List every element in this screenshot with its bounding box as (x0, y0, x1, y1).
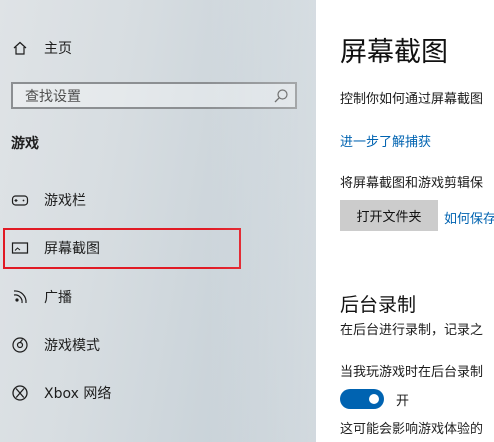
how-to-link[interactable]: 如何保存 (444, 208, 494, 227)
search-icon[interactable] (273, 88, 289, 104)
learn-more-link[interactable]: 进一步了解捕获 (340, 131, 431, 150)
game-mode-icon (10, 335, 30, 355)
sidebar-item-home[interactable]: 主页 (0, 38, 72, 58)
page-title: 屏幕截图 (340, 37, 448, 68)
game-bar-icon (10, 190, 30, 210)
background-recording-title: 后台录制 (340, 294, 417, 316)
sidebar-item-game-bar[interactable]: 游戏栏 (0, 190, 86, 210)
toggle-knob (369, 394, 379, 404)
main-content: 屏幕截图 控制你如何通过屏幕截图 进一步了解捕获 将屏幕截图和游戏剪辑保 打开文… (316, 0, 494, 442)
sidebar-item-label: 游戏栏 (44, 193, 86, 209)
sidebar-item-game-mode[interactable]: 游戏模式 (0, 335, 100, 355)
sidebar-item-label: Xbox 网络 (44, 386, 112, 402)
broadcast-icon (10, 287, 30, 307)
background-recording-description: 在后台进行录制，记录之 (340, 323, 484, 338)
search-field[interactable] (11, 82, 297, 109)
toggle-state-label: 开 (396, 394, 410, 409)
sidebar-item-broadcasting[interactable]: 广播 (0, 287, 72, 307)
save-location-text: 将屏幕截图和游戏剪辑保 (340, 176, 484, 191)
performance-note: 这可能会影响游戏体验的 (340, 422, 484, 437)
highlight-box (3, 228, 241, 269)
sidebar-item-label: 主页 (44, 41, 72, 57)
open-folder-button[interactable]: 打开文件夹 (340, 200, 438, 231)
sidebar: 主页 游戏 游戏栏 屏幕截图 广播 游戏模式 Xbox (0, 0, 316, 442)
sidebar-item-xbox-networking[interactable]: Xbox 网络 (0, 383, 111, 403)
page-description: 控制你如何通过屏幕截图 (340, 92, 484, 107)
search-input[interactable] (13, 84, 267, 109)
xbox-icon (10, 383, 30, 403)
record-in-background-label: 当我玩游戏时在后台录制 (340, 365, 484, 380)
home-icon (10, 38, 30, 58)
record-in-background-toggle[interactable] (340, 389, 384, 409)
sidebar-item-label: 游戏模式 (44, 338, 100, 354)
sidebar-item-label: 广播 (44, 290, 72, 306)
section-title-gaming: 游戏 (11, 136, 39, 152)
